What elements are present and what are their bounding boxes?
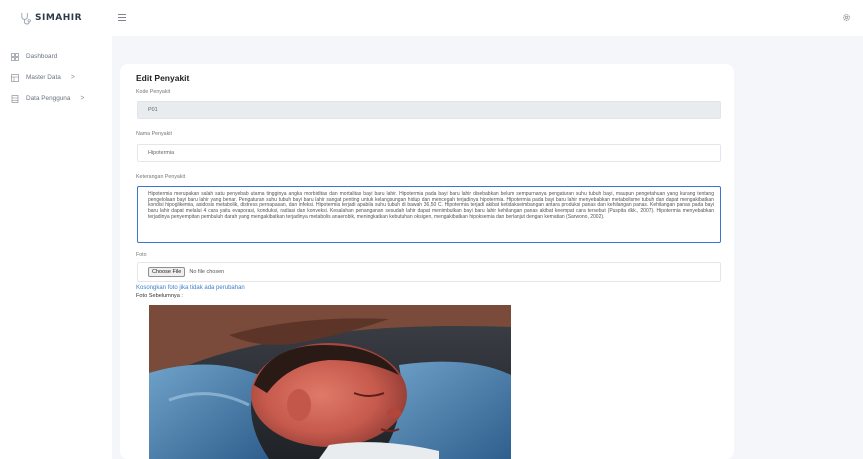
hamburger-icon[interactable] (118, 14, 126, 23)
sidebar-menu: Dashboard Master Data > Data Pengguna > (0, 46, 112, 109)
file-status: No file chosen (189, 269, 225, 275)
chevron-right-icon: > (80, 95, 85, 102)
kode-label: Kode Penyakit (136, 89, 171, 95)
brand[interactable]: SIMAHIR (0, 0, 112, 36)
sidebar-item-master-data[interactable]: Master Data > (0, 67, 112, 88)
foto-hint: Kosongkan foto jika tidak ada perubahan (136, 285, 245, 291)
page-title: Edit Penyakit (136, 73, 190, 83)
chevron-right-icon: > (70, 74, 75, 81)
topbar (112, 0, 863, 36)
nama-field[interactable]: Hipotermia (137, 144, 721, 162)
sidebar-item-label: Data Pengguna (26, 95, 71, 102)
previous-photo-image (149, 305, 511, 459)
brand-name: SIMAHIR (35, 13, 83, 23)
sidebar-item-data-pengguna[interactable]: Data Pengguna > (0, 88, 112, 109)
sidebar-item-label: Dashboard (26, 53, 58, 60)
gear-icon[interactable] (842, 13, 851, 22)
table-icon (10, 73, 20, 83)
stethoscope-logo-icon (21, 12, 31, 24)
sidebar: SIMAHIR Dashboard Master Data > Data Pen… (0, 0, 112, 459)
foto-file-input[interactable]: Choose File No file chosen (137, 262, 721, 282)
users-table-icon (10, 94, 20, 104)
keterangan-label: Keterangan Penyakit (136, 174, 186, 180)
choose-file-button[interactable]: Choose File (148, 267, 186, 277)
previous-photo-label: Foto Sebelumnya : (136, 293, 183, 299)
keterangan-textarea[interactable]: Hipotermia merupakan salah satu penyebab… (137, 186, 721, 243)
sidebar-item-label: Master Data (26, 74, 61, 81)
sidebar-item-dashboard[interactable]: Dashboard (0, 46, 112, 67)
nama-label: Nama Penyakit (136, 131, 172, 137)
nama-value: Hipotermia (148, 150, 175, 156)
kode-field[interactable]: P01 (137, 101, 721, 119)
foto-label: Foto (136, 252, 147, 258)
kode-value: P01 (148, 107, 158, 113)
edit-penyakit-card: Edit Penyakit Kode Penyakit P01 Nama Pen… (120, 64, 734, 459)
dashboard-icon (10, 52, 20, 62)
